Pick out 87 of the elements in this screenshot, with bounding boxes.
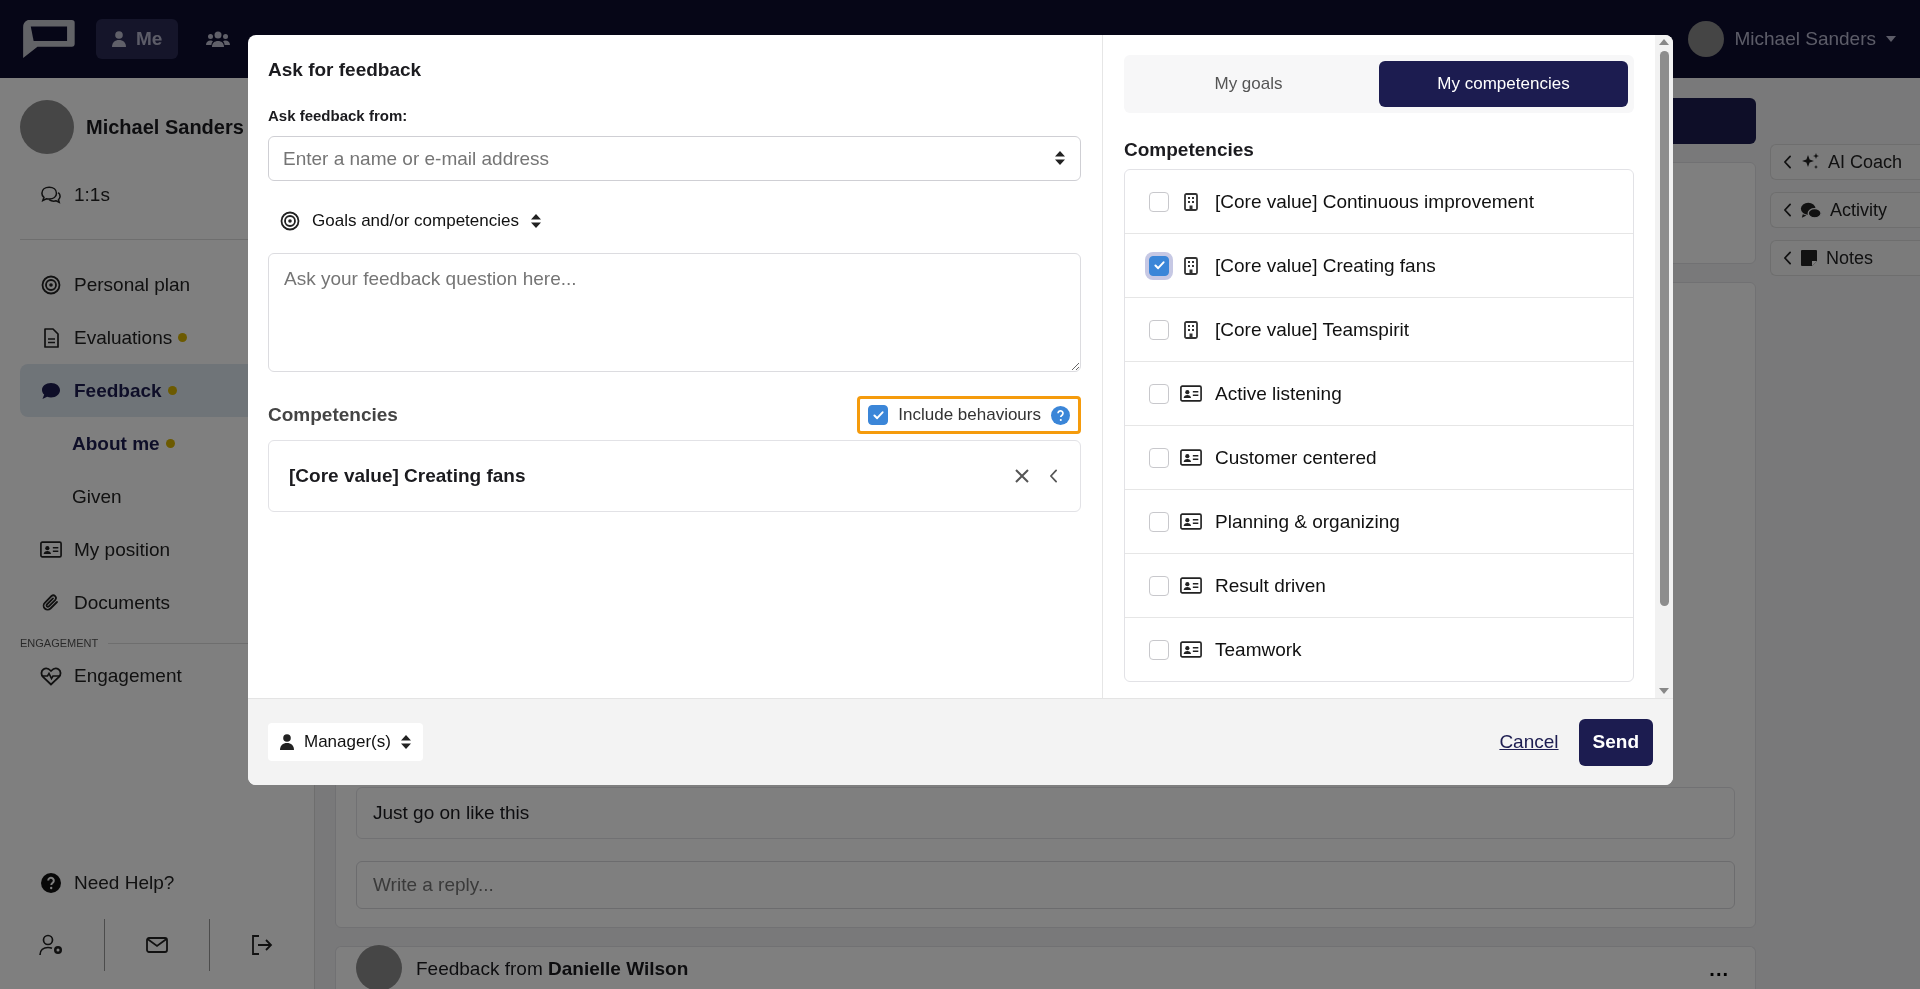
checkbox[interactable] — [1149, 639, 1169, 660]
competency-title: [Core value] Creating fans — [289, 465, 527, 487]
id-card-icon — [1180, 513, 1202, 530]
sort-icon — [1055, 151, 1065, 165]
help-icon[interactable] — [1051, 405, 1070, 425]
checkmark-icon — [872, 410, 884, 420]
person-icon — [280, 734, 294, 750]
heart-pulse-icon — [40, 665, 62, 686]
people-icon — [206, 31, 231, 47]
field-label: Ask feedback from: — [268, 107, 409, 124]
id-card-icon — [1180, 641, 1202, 658]
chevron-left-icon[interactable] — [1783, 251, 1792, 265]
user-menu[interactable]: Michael Sanders — [1682, 20, 1902, 58]
id-card-icon — [1180, 577, 1202, 594]
competency-option[interactable]: [Core value] Continuous improvement — [1125, 170, 1633, 234]
id-card-icon — [1180, 385, 1202, 402]
sort-icon — [530, 214, 541, 228]
speech-bubble-icon — [41, 381, 61, 400]
competency-option[interactable]: [Core value] Teamspirit — [1125, 298, 1633, 362]
chevron-left-icon[interactable] — [1783, 155, 1792, 169]
user-name: Michael Sanders — [86, 115, 244, 139]
target-icon — [280, 211, 300, 231]
competency-option[interactable]: Planning & organizing — [1125, 490, 1633, 554]
user-settings-icon[interactable] — [39, 934, 65, 956]
cancel-link[interactable]: Cancel — [1493, 730, 1565, 754]
competency-option[interactable]: Teamwork — [1125, 618, 1633, 681]
tab[interactable]: My competencies — [1379, 61, 1628, 107]
competency-option[interactable]: Result driven — [1125, 554, 1633, 618]
checkbox[interactable] — [1149, 383, 1169, 404]
paperclip-icon — [41, 592, 61, 613]
person-icon — [112, 31, 126, 47]
panel-toggle-button[interactable]: Notes — [1770, 240, 1920, 276]
sidebar-item[interactable]: Documents — [20, 576, 314, 629]
section-label: ENGAGEMENT — [20, 637, 99, 649]
send-button[interactable]: Send — [1578, 718, 1653, 766]
sparkle-icon — [1800, 153, 1820, 171]
sidebar-item[interactable]: My position — [20, 523, 314, 576]
envelope-icon[interactable] — [146, 937, 168, 953]
nav-tab[interactable]: Me — [96, 19, 179, 59]
chat-bubbles-icon — [40, 184, 62, 205]
tab[interactable]: My goals — [1124, 61, 1373, 107]
reply-field[interactable]: Write a reply... — [356, 861, 1735, 909]
dialog-title: Ask for feedback — [268, 59, 423, 81]
chevron-left-icon[interactable] — [1783, 203, 1792, 217]
panel-toggle-button[interactable]: Activity — [1770, 192, 1920, 228]
help-icon — [41, 872, 61, 893]
document-icon — [43, 327, 59, 348]
recipient-field[interactable]: Enter a name or e-mail address — [268, 136, 1081, 181]
help-link[interactable]: Need Help? — [20, 856, 314, 909]
id-card-icon — [40, 541, 62, 558]
sort-icon — [400, 735, 411, 749]
building-icon — [1184, 256, 1198, 275]
target-icon — [41, 274, 61, 295]
avatar — [356, 945, 402, 989]
competency-option[interactable]: Active listening — [1125, 362, 1633, 426]
sticky-note-icon — [1800, 249, 1818, 267]
competency-option[interactable]: [Core value] Creating fans — [1125, 234, 1633, 298]
sign-out-icon[interactable] — [251, 935, 273, 955]
checkbox[interactable] — [1149, 447, 1169, 468]
scroll-up-icon — [1659, 39, 1669, 45]
avatar — [20, 100, 74, 154]
avatar — [1688, 21, 1725, 57]
competency-option[interactable]: Customer centered — [1125, 426, 1633, 490]
include-behaviours-checkbox[interactable]: Include behaviours — [857, 396, 1081, 434]
more-button[interactable]: ... — [1703, 956, 1735, 982]
panel-toggle-button[interactable]: AI Coach — [1770, 144, 1920, 180]
building-icon — [1184, 192, 1198, 211]
checkbox[interactable] — [1149, 319, 1169, 340]
checkmark-icon — [1153, 261, 1165, 270]
question-field[interactable]: Ask your feedback question here... — [268, 253, 1081, 372]
id-card-icon — [1180, 449, 1202, 466]
scrollbar[interactable] — [1655, 35, 1673, 698]
sidebar-item[interactable]: Engagement — [20, 649, 314, 702]
recipient-select[interactable]: Manager(s) — [268, 723, 423, 761]
caret-icon — [1886, 36, 1896, 42]
remove-button[interactable] — [1013, 467, 1031, 485]
building-icon — [1184, 320, 1198, 339]
section-heading: Competencies — [1124, 139, 1255, 161]
feedback-title: Feedback from Danielle Wilson — [416, 958, 690, 980]
close-icon — [1015, 469, 1029, 483]
checkbox[interactable] — [1149, 511, 1169, 532]
chat-bubbles-icon — [1800, 200, 1822, 220]
checkbox[interactable] — [868, 405, 889, 425]
scroll-down-icon — [1659, 688, 1669, 694]
checkbox[interactable] — [1149, 191, 1169, 212]
checkbox[interactable] — [1149, 575, 1169, 596]
comment-text: Just go on like this — [356, 787, 1735, 839]
